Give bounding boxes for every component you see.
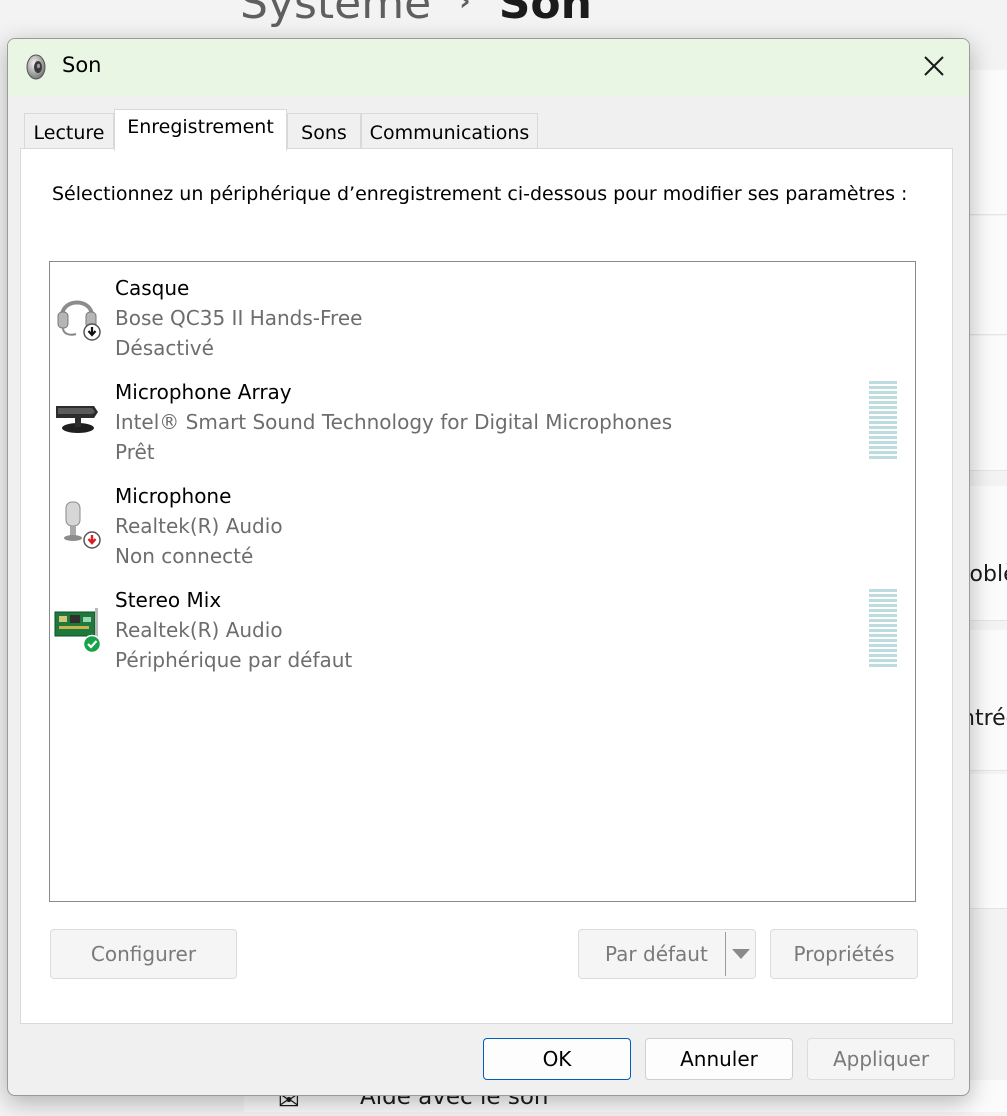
headset-disabled-icon [54, 288, 104, 342]
device-description: Bose QC35 II Hands-Free [115, 306, 363, 330]
device-item-microphone[interactable]: Microphone Realtek(R) Audio Non connecté [50, 472, 915, 572]
level-meter [869, 381, 897, 459]
split-separator [725, 932, 726, 976]
device-name: Casque [115, 276, 190, 300]
configure-button[interactable]: Configurer [50, 929, 237, 979]
microphone-array-icon [54, 392, 104, 446]
device-item-stereo-mix[interactable]: Stereo Mix Realtek(R) Audio Périphérique… [50, 576, 915, 676]
tab-lecture[interactable]: Lecture [24, 113, 114, 149]
device-description: Realtek(R) Audio [115, 514, 283, 538]
tab-communications[interactable]: Communications [361, 113, 538, 149]
device-item-casque[interactable]: Casque Bose QC35 II Hands-Free Désactivé [50, 264, 915, 364]
breadcrumb-separator: › [459, 0, 471, 17]
sound-dialog: Son Lecture Enregistrement Sons Communic… [7, 38, 970, 1096]
set-default-split-button[interactable]: Par défaut [578, 929, 756, 979]
breadcrumb-current: Son [498, 0, 592, 29]
device-status: Périphérique par défaut [115, 648, 353, 672]
instruction-text: Sélectionnez un périphérique d’enregistr… [52, 183, 908, 205]
close-icon [923, 55, 945, 81]
dialog-titlebar[interactable]: Son [8, 39, 969, 96]
speaker-icon [23, 54, 49, 80]
dialog-title: Son [62, 53, 102, 77]
device-status: Prêt [115, 440, 155, 464]
device-description: Realtek(R) Audio [115, 618, 283, 642]
device-name: Stereo Mix [115, 588, 222, 612]
set-default-label: Par défaut [605, 942, 708, 966]
properties-button[interactable]: Propriétés [770, 929, 918, 979]
device-item-microphone-array[interactable]: Microphone Array Intel® Smart Sound Tech… [50, 368, 915, 468]
apply-button[interactable]: Appliquer [807, 1038, 955, 1080]
chevron-down-icon[interactable] [727, 930, 755, 978]
device-description: Intel® Smart Sound Technology for Digita… [115, 410, 673, 434]
breadcrumb-parent[interactable]: Système [240, 0, 431, 29]
device-name: Microphone [115, 484, 232, 508]
device-list[interactable]: Casque Bose QC35 II Hands-Free Désactivé… [49, 261, 916, 902]
recording-tab-panel: Sélectionnez un périphérique d’enregistr… [20, 148, 953, 1024]
cancel-button[interactable]: Annuler [645, 1038, 793, 1080]
breadcrumb: Système › Son [240, 0, 592, 29]
tab-sons[interactable]: Sons [287, 113, 361, 149]
level-meter [869, 589, 897, 667]
sound-card-default-icon [54, 600, 104, 654]
device-status: Désactivé [115, 336, 214, 360]
close-button[interactable] [899, 39, 969, 96]
tab-enregistrement[interactable]: Enregistrement [114, 109, 287, 151]
device-name: Microphone Array [115, 380, 292, 404]
microphone-unplugged-icon [54, 496, 104, 550]
device-status: Non connecté [115, 544, 254, 568]
ok-button[interactable]: OK [483, 1038, 631, 1080]
